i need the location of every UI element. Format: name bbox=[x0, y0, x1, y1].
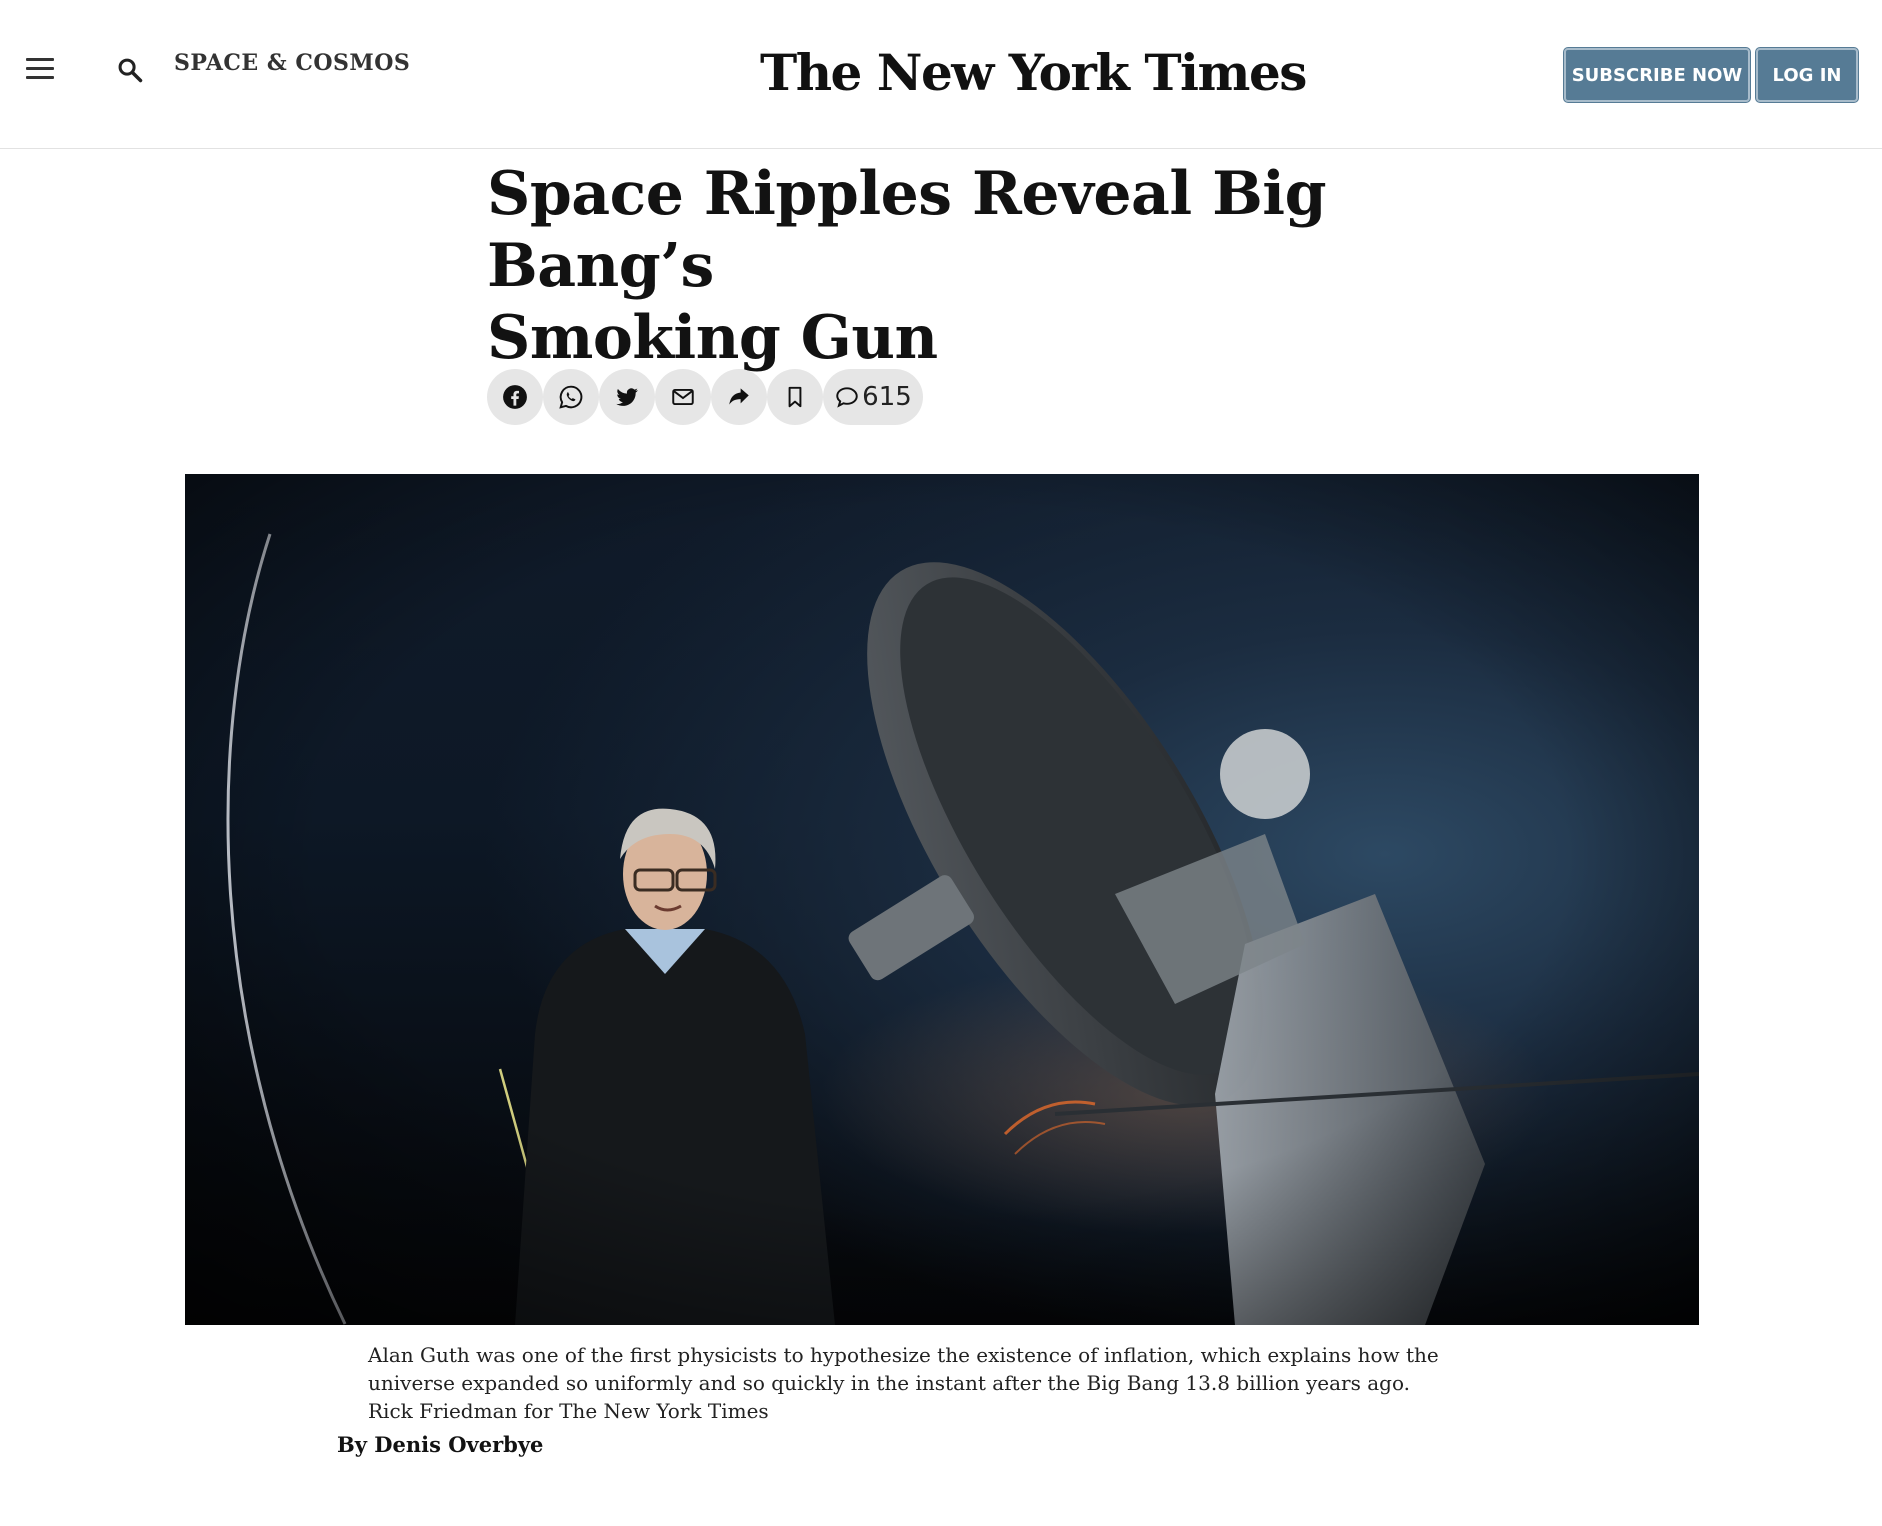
photo-caption: Alan Guth was one of the first physicist… bbox=[368, 1341, 1528, 1425]
email-icon bbox=[672, 388, 694, 406]
email-share-button[interactable] bbox=[655, 369, 711, 425]
comment-count: 615 bbox=[862, 382, 912, 412]
whatsapp-share-button[interactable] bbox=[543, 369, 599, 425]
twitter-icon bbox=[616, 388, 638, 406]
telescope-photo-illustration bbox=[185, 474, 1699, 1325]
menu-icon[interactable] bbox=[26, 58, 54, 80]
headline-line-2: Smoking Gun bbox=[487, 303, 938, 373]
subscribe-button[interactable]: SUBSCRIBE NOW bbox=[1564, 48, 1750, 102]
article-photo bbox=[185, 474, 1699, 1325]
share-icon bbox=[729, 388, 749, 405]
caption-text: Alan Guth was one of the first physicist… bbox=[368, 1343, 1439, 1395]
bookmark-icon bbox=[788, 386, 802, 408]
login-button[interactable]: LOG IN bbox=[1756, 48, 1858, 102]
twitter-share-button[interactable] bbox=[599, 369, 655, 425]
article-headline: Space Ripples Reveal Big Bang’s Smoking … bbox=[487, 158, 1447, 374]
more-share-button[interactable] bbox=[711, 369, 767, 425]
byline[interactable]: By Denis Overbye bbox=[337, 1432, 543, 1457]
comments-button[interactable]: 615 bbox=[823, 369, 923, 425]
search-icon[interactable] bbox=[116, 56, 144, 84]
facebook-icon bbox=[503, 385, 527, 409]
save-article-button[interactable] bbox=[767, 369, 823, 425]
site-header: SPACE & COSMOS The New York Times SUBSCR… bbox=[0, 0, 1882, 149]
caption-credit: Rick Friedman for The New York Times bbox=[368, 1399, 769, 1423]
facebook-share-button[interactable] bbox=[487, 369, 543, 425]
headline-line-1: Space Ripples Reveal Big Bang’s bbox=[487, 159, 1327, 301]
nyt-logo[interactable]: The New York Times bbox=[760, 38, 1307, 108]
share-toolbar: 615 bbox=[487, 369, 923, 425]
whatsapp-icon bbox=[559, 385, 583, 409]
comment-icon bbox=[836, 387, 858, 408]
section-link[interactable]: SPACE & COSMOS bbox=[174, 50, 410, 76]
